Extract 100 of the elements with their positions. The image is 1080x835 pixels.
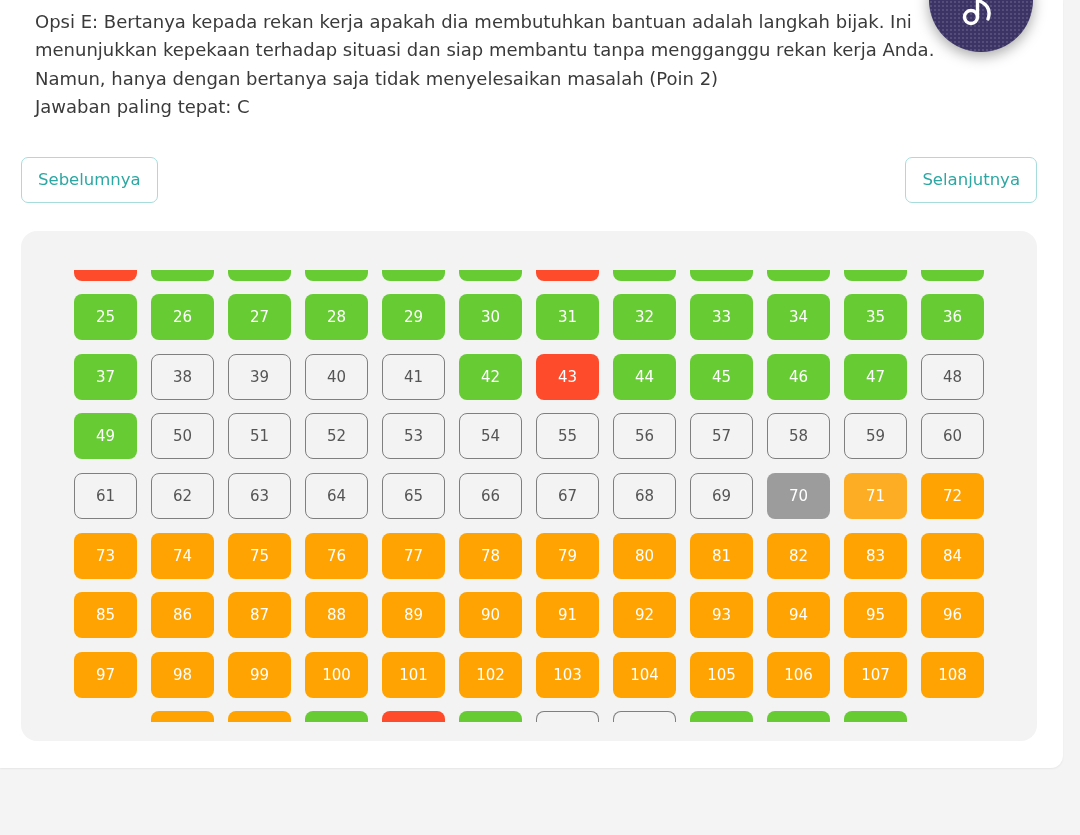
question-tile[interactable]: 27: [228, 294, 291, 340]
question-tile[interactable]: 80: [613, 532, 676, 579]
question-tile[interactable]: 73: [74, 532, 137, 579]
question-tile[interactable]: [536, 710, 599, 722]
question-tile[interactable]: 86: [151, 592, 214, 639]
question-tile[interactable]: [305, 710, 368, 722]
question-tile[interactable]: 45: [690, 353, 753, 400]
question-tile[interactable]: 46: [767, 353, 830, 400]
question-tile[interactable]: 87: [228, 592, 291, 639]
question-tile[interactable]: 83: [844, 532, 907, 579]
question-tile[interactable]: [305, 270, 368, 281]
question-tile[interactable]: 98: [151, 651, 214, 698]
question-tile[interactable]: [382, 710, 445, 722]
question-tile[interactable]: [459, 270, 522, 281]
question-tile[interactable]: [228, 270, 291, 281]
question-tile[interactable]: 91: [536, 592, 599, 639]
question-tile[interactable]: 88: [305, 592, 368, 639]
question-tile[interactable]: 53: [382, 413, 445, 460]
question-tile[interactable]: 44: [613, 353, 676, 400]
question-tile[interactable]: 69: [690, 472, 753, 519]
question-tile[interactable]: 51: [228, 413, 291, 460]
question-tile[interactable]: [228, 710, 291, 722]
question-tile[interactable]: 67: [536, 472, 599, 519]
question-tile[interactable]: 65: [382, 472, 445, 519]
question-tile[interactable]: 33: [690, 294, 753, 340]
question-tile[interactable]: 71: [844, 472, 907, 519]
question-tile[interactable]: 32: [613, 294, 676, 340]
question-tile[interactable]: 39: [228, 353, 291, 400]
question-tile[interactable]: 30: [459, 294, 522, 340]
question-tile[interactable]: 28: [305, 294, 368, 340]
question-tile[interactable]: 100: [305, 651, 368, 698]
question-tile[interactable]: [74, 270, 137, 281]
question-tile[interactable]: 61: [74, 472, 137, 519]
question-tile[interactable]: 95: [844, 592, 907, 639]
question-tile[interactable]: 57: [690, 413, 753, 460]
question-tile[interactable]: 90: [459, 592, 522, 639]
question-tile[interactable]: [536, 270, 599, 281]
question-tile[interactable]: 76: [305, 532, 368, 579]
question-tile[interactable]: 79: [536, 532, 599, 579]
question-tile[interactable]: [844, 710, 907, 722]
question-tile[interactable]: [151, 710, 214, 722]
question-tile[interactable]: [690, 710, 753, 722]
question-tile[interactable]: 38: [151, 353, 214, 400]
question-tile[interactable]: [844, 270, 907, 281]
question-tile[interactable]: 66: [459, 472, 522, 519]
question-tile[interactable]: 68: [613, 472, 676, 519]
question-tile[interactable]: 47: [844, 353, 907, 400]
question-tile[interactable]: [613, 710, 676, 722]
question-tile[interactable]: 55: [536, 413, 599, 460]
question-tile[interactable]: 74: [151, 532, 214, 579]
question-tile[interactable]: [921, 270, 984, 281]
question-tile[interactable]: 101: [382, 651, 445, 698]
question-tile[interactable]: 59: [844, 413, 907, 460]
question-tile[interactable]: 97: [74, 651, 137, 698]
question-tile[interactable]: 49: [74, 413, 137, 460]
question-tile[interactable]: 103: [536, 651, 599, 698]
question-tile[interactable]: 82: [767, 532, 830, 579]
question-tile[interactable]: 78: [459, 532, 522, 579]
question-tile[interactable]: [767, 270, 830, 281]
question-tile[interactable]: 85: [74, 592, 137, 639]
question-tile[interactable]: 37: [74, 353, 137, 400]
question-tile[interactable]: 40: [305, 353, 368, 400]
question-tile[interactable]: 54: [459, 413, 522, 460]
question-tile[interactable]: 62: [151, 472, 214, 519]
question-tile[interactable]: 60: [921, 413, 984, 460]
question-tile[interactable]: 81: [690, 532, 753, 579]
question-tile[interactable]: 31: [536, 294, 599, 340]
question-tile[interactable]: 102: [459, 651, 522, 698]
question-tile[interactable]: 26: [151, 294, 214, 340]
question-tile[interactable]: [151, 270, 214, 281]
question-tile[interactable]: 34: [767, 294, 830, 340]
question-tile[interactable]: [690, 270, 753, 281]
question-tile[interactable]: 70: [767, 472, 830, 519]
question-tile[interactable]: 92: [613, 592, 676, 639]
question-tile[interactable]: [767, 710, 830, 722]
question-tile[interactable]: 72: [921, 472, 984, 519]
question-tile[interactable]: 96: [921, 592, 984, 639]
question-tile[interactable]: 84: [921, 532, 984, 579]
question-tile[interactable]: 50: [151, 413, 214, 460]
question-tile[interactable]: 42: [459, 353, 522, 400]
question-tile[interactable]: 41: [382, 353, 445, 400]
question-tile[interactable]: 106: [767, 651, 830, 698]
question-tile[interactable]: 48: [921, 353, 984, 400]
question-tile[interactable]: 25: [74, 294, 137, 340]
question-tile[interactable]: 108: [921, 651, 984, 698]
question-tile[interactable]: 29: [382, 294, 445, 340]
question-tile[interactable]: 93: [690, 592, 753, 639]
next-button[interactable]: Selanjutnya: [905, 157, 1037, 203]
question-tile[interactable]: [382, 270, 445, 281]
question-tile[interactable]: 64: [305, 472, 368, 519]
question-tile[interactable]: 58: [767, 413, 830, 460]
question-tile[interactable]: 63: [228, 472, 291, 519]
question-tile[interactable]: 56: [613, 413, 676, 460]
question-tile[interactable]: 77: [382, 532, 445, 579]
question-tile[interactable]: 52: [305, 413, 368, 460]
question-tile[interactable]: 107: [844, 651, 907, 698]
question-tile[interactable]: 75: [228, 532, 291, 579]
question-tile[interactable]: 99: [228, 651, 291, 698]
question-tile[interactable]: 36: [921, 294, 984, 340]
previous-button[interactable]: Sebelumnya: [21, 157, 158, 203]
